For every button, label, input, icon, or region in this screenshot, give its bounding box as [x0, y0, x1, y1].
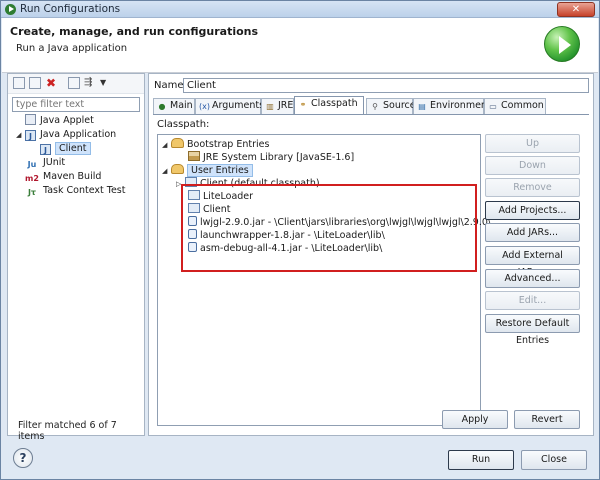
tree-item-label: Java Application	[40, 129, 117, 140]
dialog-subtitle: Run a Java application	[16, 43, 128, 54]
down-button[interactable]: Down	[485, 156, 580, 175]
close-button[interactable]: Close	[521, 450, 587, 470]
configuration-tabs: ● Main (x) Arguments ▥ JRE ⚭ Classpath ⚲ Sour…	[153, 96, 593, 114]
java-app-icon: J	[25, 130, 36, 141]
tree-item-junit[interactable]: Ju JUnit	[16, 156, 65, 170]
highlight-box	[181, 184, 477, 272]
collapse-arrow-icon[interactable]: ◢	[162, 139, 171, 152]
tree-item-label: JRE System Library [JavaSE-1.6]	[203, 152, 355, 163]
library-icon	[188, 151, 200, 161]
tree-item-bootstrap-entries[interactable]: ◢ Bootstrap Entries	[162, 138, 269, 151]
window-title: Run Configurations	[20, 3, 121, 15]
collapse-arrow-icon[interactable]: ◢	[162, 165, 171, 178]
filter-icon[interactable]: ⇶	[84, 77, 96, 89]
help-icon[interactable]: ?	[13, 448, 33, 468]
run-banner-icon	[544, 26, 580, 62]
tree-item-label: Task Context Test	[43, 185, 126, 196]
remove-button[interactable]: Remove	[485, 178, 580, 197]
add-external-jars-button[interactable]: Add External JARs...	[485, 246, 580, 278]
tab-label: Classpath	[311, 98, 358, 109]
restore-default-entries-button[interactable]: Restore Default Entries	[485, 314, 580, 346]
tree-item-label: Java Applet	[40, 115, 94, 126]
up-button[interactable]: Up	[485, 134, 580, 153]
task-icon: Jτ	[27, 188, 37, 197]
tab-label: Environment	[430, 100, 491, 111]
applet-icon	[25, 114, 36, 125]
common-tab-icon: ▭	[489, 102, 497, 111]
classpath-group-icon	[171, 164, 184, 174]
tab-classpath[interactable]: ⚭ Classpath	[294, 96, 364, 114]
arguments-tab-icon: (x)	[199, 102, 210, 111]
run-configurations-window: Run Configurations ✕ Create, manage, and…	[0, 0, 600, 480]
dialog-header: Create, manage, and run configurations R…	[2, 18, 598, 73]
tree-item-label: Bootstrap Entries	[187, 139, 270, 150]
delete-configuration-icon[interactable]: ✖	[45, 77, 57, 89]
filter-input[interactable]	[12, 97, 140, 112]
apply-button[interactable]: Apply	[442, 410, 508, 429]
collapse-all-icon[interactable]	[68, 77, 80, 89]
filter-status-text: Filter matched 6 of 7 items	[18, 420, 117, 442]
tree-item-label: Client	[55, 142, 91, 155]
run-button[interactable]: Run	[448, 450, 514, 470]
junit-icon: Ju	[27, 160, 37, 169]
main-tab-icon: ●	[158, 102, 166, 111]
tree-item-jre-library[interactable]: JRE System Library [JavaSE-1.6]	[188, 151, 354, 164]
dialog-title: Create, manage, and run configurations	[10, 25, 259, 38]
tab-label: Arguments	[212, 100, 265, 111]
tree-item-label: User Entries	[187, 164, 253, 177]
run-app-icon	[5, 4, 16, 15]
name-label: Name:	[154, 80, 187, 91]
classpath-label: Classpath:	[157, 119, 210, 130]
edit-button[interactable]: Edit...	[485, 291, 580, 310]
tree-item-user-entries[interactable]: ◢ User Entries	[162, 164, 253, 177]
title-bar: Run Configurations ✕	[1, 1, 599, 18]
source-tab-icon: ⚲	[372, 102, 378, 111]
tree-item-client[interactable]: J Client	[40, 142, 91, 156]
tab-environment[interactable]: ▤ Environment	[413, 98, 491, 114]
duplicate-configuration-icon[interactable]	[29, 77, 41, 89]
advanced-button[interactable]: Advanced...	[485, 269, 580, 288]
maven-icon: m2	[25, 174, 39, 183]
tab-label: Common	[501, 100, 544, 111]
classpath-tree[interactable]: ◢ Bootstrap Entries JRE System Library [J…	[157, 134, 491, 426]
tab-arguments[interactable]: (x) Arguments	[195, 98, 265, 114]
tab-common[interactable]: ▭ Common	[484, 98, 546, 114]
revert-button[interactable]: Revert	[514, 410, 580, 429]
configuration-type-pane: ✖ ⇶ ▼ Java Applet ◢JJava Application JCl…	[7, 73, 145, 442]
new-configuration-icon[interactable]	[13, 77, 25, 89]
tree-item-label: JUnit	[43, 157, 66, 168]
window-close-button[interactable]: ✕	[557, 2, 595, 17]
classpath-group-icon	[171, 138, 184, 148]
jre-tab-icon: ▥	[266, 102, 274, 111]
tab-source[interactable]: ⚲ Source	[366, 98, 416, 114]
collapse-arrow-icon[interactable]: ◢	[16, 128, 25, 142]
add-projects-button[interactable]: Add Projects...	[485, 201, 580, 220]
tab-jre[interactable]: ▥ JRE	[261, 98, 294, 114]
add-jars-button[interactable]: Add JARs...	[485, 223, 580, 242]
chevron-down-icon[interactable]: ▼	[100, 77, 112, 89]
tab-label: JRE	[278, 100, 294, 111]
tree-item-java-applet[interactable]: Java Applet	[16, 114, 94, 128]
tab-label: Source	[383, 100, 416, 111]
tree-item-maven-build[interactable]: m2 Maven Build	[16, 170, 101, 184]
environment-tab-icon: ▤	[418, 102, 426, 111]
tab-main[interactable]: ● Main	[153, 98, 195, 114]
tab-label: Main	[170, 100, 193, 111]
configuration-name-field[interactable]: Client	[183, 78, 589, 93]
tree-item-task-context-test[interactable]: Jτ Task Context Test	[16, 184, 126, 198]
tree-item-java-application[interactable]: ◢ J Java Application	[16, 128, 116, 142]
tree-item-label: Maven Build	[43, 171, 102, 182]
classpath-tab-icon: ⚭	[299, 100, 307, 109]
configuration-toolbar: ✖ ⇶ ▼	[8, 74, 144, 94]
java-config-icon: J	[40, 144, 51, 155]
